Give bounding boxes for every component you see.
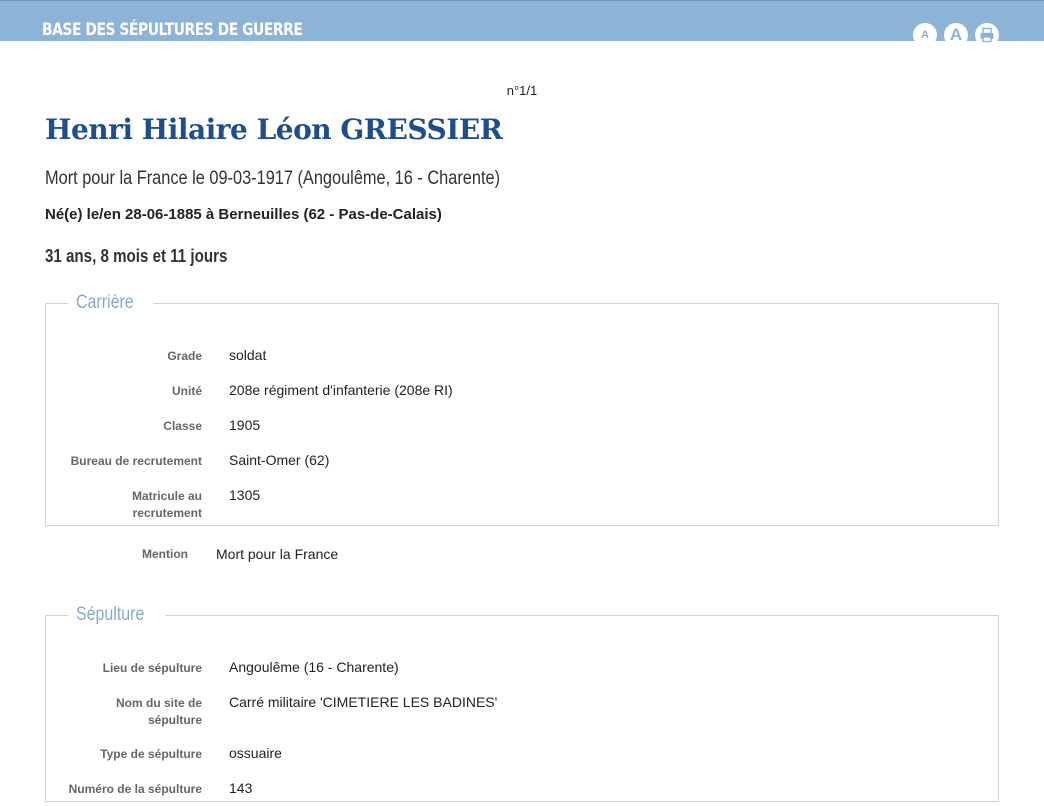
text-smaller-button[interactable]: A (913, 23, 937, 47)
field-value: 143 (229, 780, 253, 796)
field-label: Unité (172, 384, 202, 398)
birth-info: Né(e) le/en 28-06-1885 à Berneuilles (62… (45, 206, 442, 223)
toolbar: A A (913, 23, 999, 47)
text-larger-icon: A (949, 25, 963, 44)
field-label: Type de sépulture (100, 747, 202, 761)
field-label: Nom du site de sépulture (115, 696, 202, 727)
field-label: Numéro de la sépulture (68, 782, 202, 796)
field-value: 208e régiment d'infanterie (208e RI) (229, 382, 453, 398)
result-counter: n°1/1 (506, 83, 538, 98)
site-title: Base des sépultures de guerre (42, 20, 303, 40)
field-label: Grade (167, 349, 202, 363)
print-icon (980, 27, 994, 43)
field-label: Bureau de recrutement (70, 454, 202, 468)
text-larger-button[interactable]: A (944, 23, 968, 47)
field-value: Saint-Omer (62) (229, 452, 330, 468)
mention-label: Mention (142, 547, 188, 561)
print-button[interactable] (975, 23, 999, 47)
field-value: Carré militaire 'CIMETIERE LES BADINES' (229, 694, 498, 710)
top-banner: Base des sépultures de guerre A A (0, 0, 1044, 47)
career-legend: Carrière (76, 292, 134, 313)
field-value: soldat (229, 347, 267, 363)
field-value: ossuaire (229, 745, 282, 761)
age-at-death: 31 ans, 8 mois et 11 jours (45, 246, 228, 266)
burial-legend: Sépulture (76, 604, 145, 625)
person-name: Henri Hilaire Léon GRESSIER (45, 113, 503, 146)
text-smaller-icon: A (921, 29, 929, 41)
field-label: Lieu de sépulture (102, 661, 202, 675)
mention-value: Mort pour la France (216, 546, 339, 562)
field-label: Classe (163, 419, 202, 433)
death-info: Mort pour la France le 09-03-1917 (Angou… (45, 168, 501, 189)
field-value: 1905 (229, 417, 261, 433)
field-value: Angoulême (16 - Charente) (229, 659, 399, 675)
field-label: Matricule au recrutement (131, 489, 202, 520)
field-value: 1305 (229, 487, 261, 503)
career-section: Carrière Grade soldat Unité 208e régimen… (45, 292, 999, 526)
burial-section: Sépulture Lieu de sépulture Angoulême (1… (45, 604, 999, 802)
